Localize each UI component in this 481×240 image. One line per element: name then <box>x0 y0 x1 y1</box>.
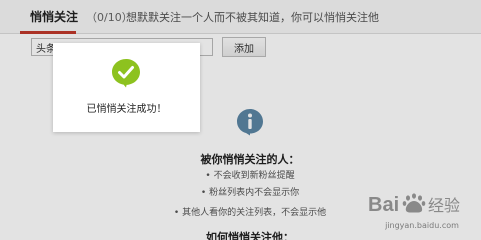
page: 悄悄关注 （0/10） 想默默关注一个人而不被其知道，你可以悄悄关注他 添加 被… <box>0 0 481 240</box>
toast-message: 已悄悄关注成功！ <box>86 104 167 115</box>
check-icon <box>112 59 140 88</box>
success-toast: 已悄悄关注成功！ <box>53 43 200 132</box>
